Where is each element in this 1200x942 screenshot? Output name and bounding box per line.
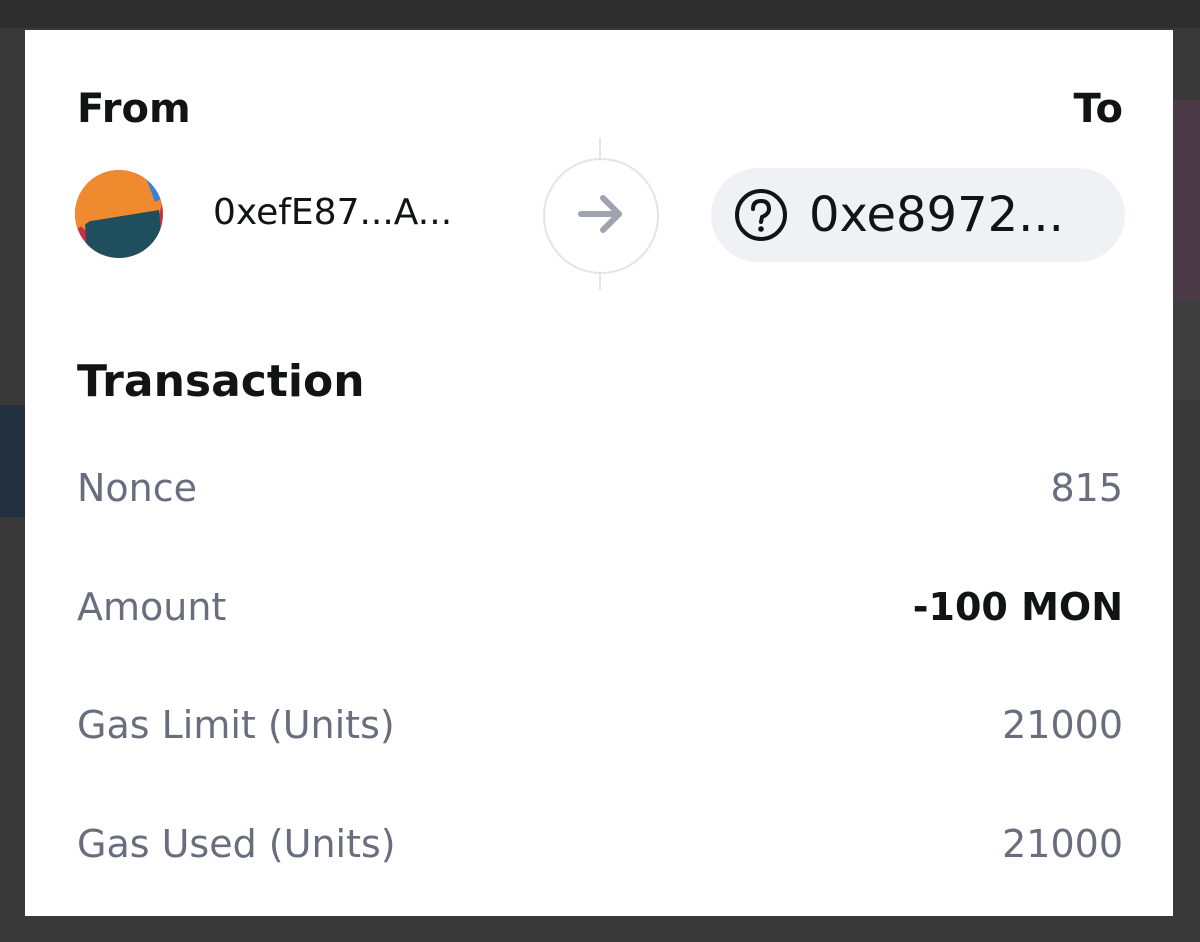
- detail-row-gas-limit: Gas Limit (Units) 21000: [77, 703, 1123, 763]
- from-address[interactable]: 0xefE87...A...: [213, 192, 452, 233]
- detail-label: Gas Used (Units): [77, 822, 396, 866]
- to-address-pill[interactable]: 0xe8972...: [711, 168, 1125, 262]
- question-circle-icon: [731, 185, 791, 245]
- detail-label: Nonce: [77, 466, 198, 510]
- background-panel: [0, 405, 25, 517]
- arrow-right-icon: [573, 186, 629, 246]
- transaction-section-title: Transaction: [77, 356, 365, 407]
- detail-label: Amount: [77, 585, 227, 629]
- detail-value: 21000: [1002, 822, 1123, 866]
- detail-row-amount: Amount -100 MON: [77, 585, 1123, 645]
- detail-value: -100 MON: [912, 585, 1123, 629]
- to-label: To: [1073, 86, 1123, 132]
- to-address: 0xe8972...: [809, 187, 1064, 243]
- from-label: From: [77, 86, 191, 132]
- direction-indicator: [543, 158, 659, 274]
- transaction-details-modal: From To 0xefE87...A... 0xe8972... Transa…: [25, 30, 1173, 916]
- account-avatar: [75, 170, 163, 258]
- detail-value: 815: [1050, 466, 1123, 510]
- detail-row-nonce: Nonce 815: [77, 466, 1123, 526]
- detail-row-gas-used: Gas Used (Units) 21000: [77, 822, 1123, 882]
- background-header: [0, 0, 1200, 28]
- background-card: [1173, 100, 1200, 300]
- background-card: [1173, 300, 1200, 400]
- detail-label: Gas Limit (Units): [77, 703, 395, 747]
- detail-value: 21000: [1002, 703, 1123, 747]
